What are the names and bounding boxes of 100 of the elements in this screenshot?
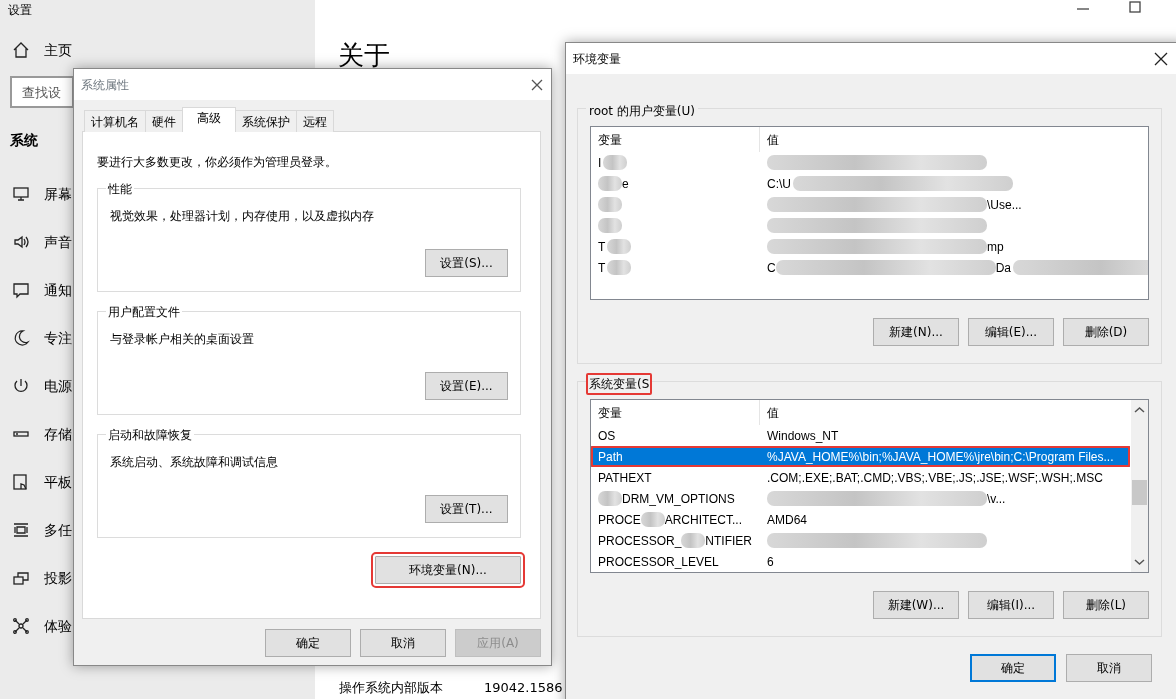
group-label: 用户配置文件 bbox=[106, 303, 182, 321]
blur-patch bbox=[598, 197, 622, 212]
speaker-icon[interactable] bbox=[12, 233, 30, 251]
variable-name: e bbox=[622, 175, 629, 193]
group-description: 系统启动、系统故障和调试信息 bbox=[110, 454, 279, 471]
tab[interactable]: 系统保护 bbox=[235, 110, 297, 132]
settings-button[interactable]: 设置(T)... bbox=[425, 495, 508, 523]
dialog-button[interactable]: 取消 bbox=[360, 629, 446, 657]
dialog-title: 环境变量 bbox=[573, 50, 621, 68]
column-header: 值 bbox=[767, 404, 779, 422]
window-title: 设置 bbox=[7, 2, 33, 19]
nav-item[interactable]: 声音 bbox=[44, 231, 72, 253]
list-row[interactable]: T mp bbox=[591, 236, 1148, 257]
list-row[interactable]: DRM_VM_OPTIONS \v... bbox=[591, 488, 1130, 509]
column-header: 变量 bbox=[598, 131, 622, 149]
variable-name: DRM_VM_OPTIONS bbox=[622, 490, 735, 508]
dialog-button[interactable]: 确定 bbox=[265, 629, 351, 657]
list-row[interactable]: I bbox=[591, 152, 1148, 173]
variable-name: PROCESSOR_LEVEL bbox=[598, 553, 719, 571]
group-label: 性能 bbox=[106, 180, 134, 198]
list-row[interactable]: PROCESSOR_LEVEL 6 bbox=[591, 551, 1130, 572]
variable-name: PROCESSOR_ bbox=[598, 532, 682, 550]
variable-value: AMD64 bbox=[767, 511, 807, 529]
list-button[interactable]: 编辑(I)... bbox=[968, 591, 1054, 619]
tab[interactable]: 高级 bbox=[182, 107, 236, 132]
nav-item[interactable]: 投影 bbox=[44, 567, 72, 589]
dialog-button[interactable]: 确定 bbox=[970, 654, 1056, 682]
list-row[interactable]: \Use... bbox=[591, 194, 1148, 215]
nav-item[interactable]: 屏幕 bbox=[44, 183, 72, 205]
list-button[interactable]: 删除(D) bbox=[1063, 318, 1149, 346]
variable-name: PROCE bbox=[598, 511, 641, 529]
variable-name: I bbox=[598, 154, 602, 172]
blur-patch bbox=[598, 218, 622, 233]
list-button[interactable]: 删除(L) bbox=[1063, 591, 1149, 619]
blur-patch bbox=[607, 260, 632, 275]
home-icon[interactable] bbox=[12, 41, 30, 59]
nav-item[interactable]: 平板 bbox=[44, 471, 72, 493]
power-icon[interactable] bbox=[12, 377, 30, 395]
variable-value: mp bbox=[987, 238, 1004, 256]
projector-icon[interactable] bbox=[12, 569, 30, 587]
moon-icon[interactable] bbox=[12, 329, 30, 347]
nav-item[interactable]: 存储 bbox=[44, 423, 72, 445]
variable-value: %JAVA_HOME%\bin;%JAVA_HOME%\jre\bin;C:\Program Files... bbox=[767, 448, 1114, 466]
close-icon[interactable] bbox=[530, 77, 544, 92]
speech-bubble-icon[interactable] bbox=[12, 281, 30, 299]
list-row[interactable]: e C:\U bbox=[591, 173, 1148, 194]
variable-value: \v... bbox=[987, 490, 1006, 508]
nav-item[interactable]: 专注 bbox=[44, 327, 72, 349]
list-row[interactable]: T C Da bbox=[591, 257, 1148, 278]
blur-patch bbox=[607, 239, 632, 254]
settings-button[interactable]: 设置(S)... bbox=[425, 249, 508, 277]
nav-item[interactable]: 电源 bbox=[44, 375, 72, 397]
close-icon[interactable] bbox=[1154, 51, 1168, 66]
list-row[interactable]: Path %JAVA_HOME%\bin;%JAVA_HOME%\jre\bin;C:\Program Files... bbox=[591, 446, 1130, 467]
variable-name: T bbox=[598, 238, 606, 256]
list-row[interactable]: PROCE ARCHITECT... AMD64 bbox=[591, 509, 1130, 530]
list-button[interactable]: 编辑(E)... bbox=[968, 318, 1054, 346]
monitor-icon[interactable] bbox=[12, 185, 30, 203]
nav-link[interactable]: 主页 bbox=[44, 39, 72, 61]
section-heading: 系统 bbox=[10, 132, 38, 148]
list-row[interactable]: OS Windows_NT bbox=[591, 425, 1130, 446]
variable-value: \Use... bbox=[987, 196, 1022, 214]
list-row[interactable]: PATHEXT .COM;.EXE;.BAT;.CMD;.VBS;.VBE;.JS;.JSE;.WSF;.WSH;.MSC bbox=[591, 467, 1130, 488]
variable-value: 6 bbox=[767, 553, 774, 571]
network-icon[interactable] bbox=[12, 617, 30, 635]
nav-item[interactable]: 多任 bbox=[44, 519, 72, 541]
variable-name: Path bbox=[598, 448, 623, 466]
page-title: 关于 bbox=[338, 42, 390, 68]
tab[interactable]: 远程 bbox=[296, 110, 334, 132]
settings-button[interactable]: 设置(E)... bbox=[425, 372, 508, 400]
dialog-button[interactable]: 取消 bbox=[1066, 654, 1152, 682]
blur-patch bbox=[598, 491, 622, 506]
nav-item[interactable]: 体验 bbox=[44, 615, 72, 637]
nav-item[interactable]: 通知 bbox=[44, 279, 72, 301]
tab[interactable]: 计算机名 bbox=[84, 110, 146, 132]
dialog-title: 系统属性 bbox=[81, 76, 129, 94]
notice-text: 要进行大多数更改，你必须作为管理员登录。 bbox=[97, 154, 338, 171]
variable-value: .COM;.EXE;.BAT;.CMD;.VBS;.VBE;.JS;.JSE;.WSF;.WSH;.MSC bbox=[767, 469, 1103, 487]
tablet-icon[interactable] bbox=[12, 473, 30, 491]
variable-name: PATHEXT bbox=[598, 469, 652, 487]
variable-value: Windows_NT bbox=[767, 427, 839, 445]
blur-patch bbox=[598, 176, 622, 191]
variable-name: OS bbox=[598, 427, 616, 445]
list-row[interactable]: PROCESSOR_ NTIFIER bbox=[591, 530, 1130, 551]
group-description: 视觉效果，处理器计划，内存使用，以及虚拟内存 bbox=[110, 208, 375, 225]
group-description: 与登录帐户相关的桌面设置 bbox=[110, 331, 255, 348]
maximize-icon[interactable] bbox=[1127, 0, 1143, 14]
variable-name: ARCHITECT... bbox=[664, 511, 743, 529]
multitask-icon[interactable] bbox=[12, 521, 30, 539]
column-header: 变量 bbox=[598, 404, 622, 422]
list-button[interactable]: 新建(N)... bbox=[873, 318, 959, 346]
search-field[interactable]: 查找设 bbox=[10, 76, 74, 108]
column-header: 值 bbox=[767, 131, 779, 149]
blur-patch bbox=[681, 533, 706, 548]
variable-value: C:\U bbox=[767, 175, 791, 193]
info-value: 19042.1586 bbox=[484, 679, 563, 697]
tab[interactable]: 硬件 bbox=[145, 110, 183, 132]
variable-value: C bbox=[767, 259, 776, 277]
blur-patch bbox=[603, 155, 628, 170]
list-button[interactable]: 新建(W)... bbox=[873, 591, 959, 619]
